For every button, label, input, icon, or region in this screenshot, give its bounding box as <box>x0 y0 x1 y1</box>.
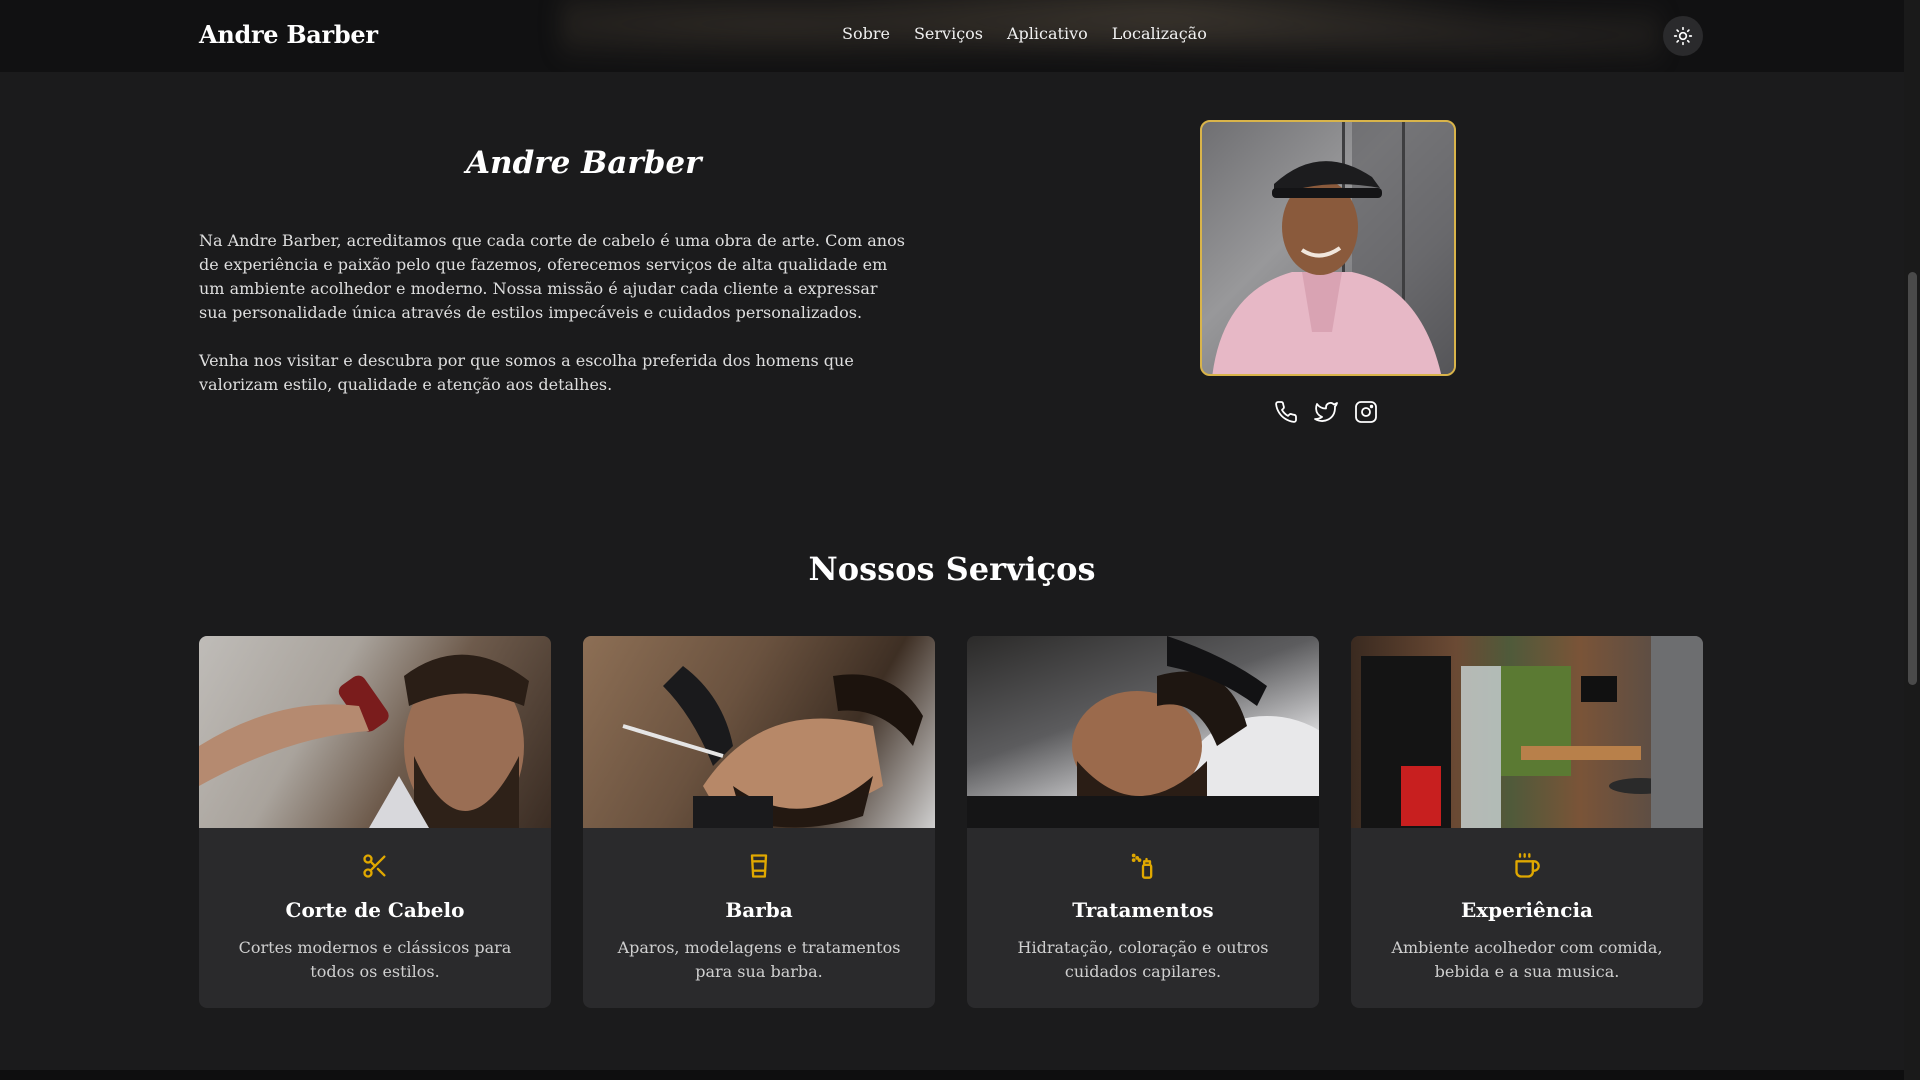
nav-link-localizacao[interactable]: Localização <box>1112 24 1207 43</box>
service-card-tratamentos[interactable]: Tratamentos Hidratação, coloração e outr… <box>967 636 1319 1008</box>
service-title: Barba <box>725 898 793 922</box>
service-description: Cortes modernos e clássicos para todos o… <box>238 938 512 981</box>
service-description: Ambiente acolhedor com comida, bebida e … <box>1391 938 1663 981</box>
beard-care-icon <box>745 852 773 880</box>
services-title: Nossos Serviços <box>808 550 1096 588</box>
service-description: Hidratação, coloração e outros cuidados … <box>1017 938 1269 981</box>
sun-icon <box>1673 26 1693 46</box>
service-card-barba[interactable]: Barba Aparos, modelagens e tratamentos p… <box>583 636 935 1008</box>
service-title: Corte de Cabelo <box>285 898 465 922</box>
service-card-experiencia[interactable]: Experiência Ambiente acolhedor com comid… <box>1351 636 1703 1008</box>
brand-logo[interactable]: Andre Barber <box>199 20 378 49</box>
nav-link-sobre[interactable]: Sobre <box>842 24 890 43</box>
about-paragraph-2: Venha nos visitar e descubra por que som… <box>199 351 854 394</box>
service-title: Experiência <box>1460 898 1593 922</box>
social-links <box>1274 400 1378 424</box>
scrollbar-thumb[interactable] <box>1908 272 1917 685</box>
service-photo-barba <box>583 636 935 828</box>
twitter-icon[interactable] <box>1314 400 1338 424</box>
about-title: Andre Barber <box>466 145 702 181</box>
coffee-icon <box>1513 852 1541 880</box>
instagram-icon[interactable] <box>1354 400 1378 424</box>
barber-portrait <box>1200 120 1456 376</box>
spray-bottle-icon <box>1129 852 1157 880</box>
navbar: Andre Barber Sobre Serviços Aplicativo L… <box>0 0 1904 72</box>
scissors-icon <box>361 852 389 880</box>
service-card-corte[interactable]: Corte de Cabelo Cortes modernos e clássi… <box>199 636 551 1008</box>
service-photo-corte <box>199 636 551 828</box>
nav-links: Sobre Serviços Aplicativo Localização <box>842 24 1207 43</box>
service-photo-experiencia <box>1351 636 1703 828</box>
phone-icon[interactable] <box>1274 400 1298 424</box>
about-text: Na Andre Barber, acreditamos que cada co… <box>199 229 909 397</box>
service-title: Tratamentos <box>1072 898 1214 922</box>
nav-link-aplicativo[interactable]: Aplicativo <box>1007 24 1088 43</box>
theme-toggle-button[interactable] <box>1663 16 1703 56</box>
service-description: Aparos, modelagens e tratamentos para su… <box>617 938 901 981</box>
nav-link-servicos[interactable]: Serviços <box>914 24 983 43</box>
next-section-edge <box>0 1070 1904 1080</box>
service-photo-tratamentos <box>967 636 1319 828</box>
about-paragraph-1: Na Andre Barber, acreditamos que cada co… <box>199 231 905 322</box>
